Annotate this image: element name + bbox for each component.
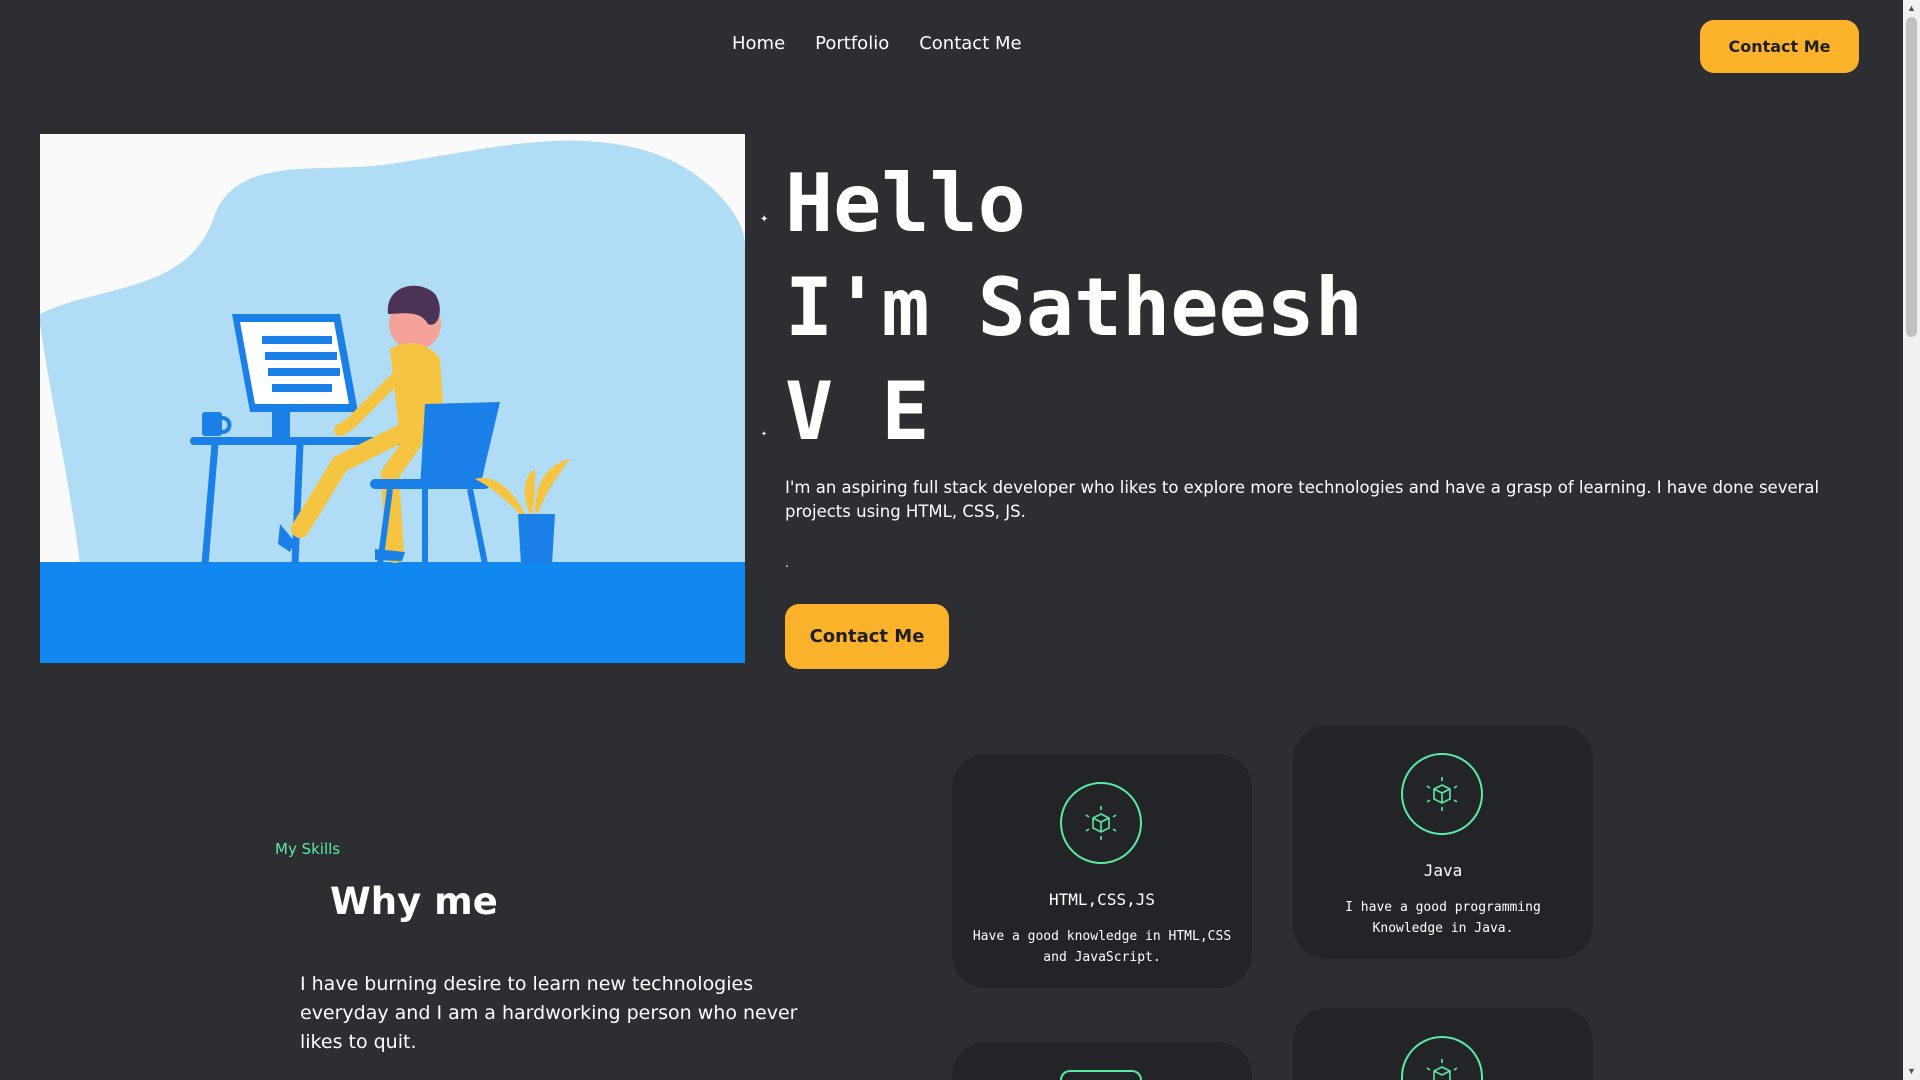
skill-card-4 — [1293, 1008, 1593, 1080]
sparkle-icon: ✦ — [760, 214, 769, 225]
cube-icon — [1060, 1070, 1142, 1080]
skill-card-java: Java I have a good programming Knowledge… — [1293, 725, 1593, 959]
hero-illustration — [40, 134, 745, 663]
skill-card-text: Have a good knowledge in HTML,CSS and Ja… — [972, 929, 1232, 965]
skill-card-3 — [952, 1042, 1252, 1080]
nav-links: Home Portfolio Contact Me — [732, 33, 1022, 54]
skill-card-text: I have a good programming Knowledge in J… — [1345, 900, 1541, 936]
skills-description: I have burning desire to learn new techn… — [300, 973, 798, 1053]
hero-title-line-1: Hello — [785, 157, 1026, 250]
cube-icon — [1060, 782, 1142, 864]
hero-title-line-2: I'm Satheesh — [785, 261, 1363, 354]
nav-link-contact[interactable]: Contact Me — [919, 33, 1021, 54]
hero-title: Hello I'm Satheesh V E — [785, 152, 1363, 464]
top-navbar: Home Portfolio Contact Me Contact Me — [0, 0, 1903, 92]
scroll-up-arrow-icon[interactable]: ▲ — [1903, 0, 1920, 17]
developer-illustration — [40, 134, 745, 663]
hero-contact-button[interactable]: Contact Me — [785, 604, 949, 669]
page-scrollbar[interactable]: ▲ ▼ — [1903, 0, 1920, 1080]
skill-card-title: HTML,CSS,JS — [1049, 890, 1155, 909]
scroll-down-arrow-icon[interactable]: ▼ — [1903, 1063, 1920, 1080]
cube-icon — [1401, 1036, 1483, 1080]
skills-label: My Skills — [275, 840, 341, 858]
skill-card-title: Java — [1423, 861, 1463, 880]
nav-link-home[interactable]: Home — [732, 33, 785, 54]
sparkle-icon: ✦ — [761, 431, 767, 438]
hero-title-line-3: V E — [785, 365, 930, 458]
portfolio-page: Home Portfolio Contact Me Contact Me ✦ ✦… — [0, 0, 1920, 1080]
nav-link-portfolio[interactable]: Portfolio — [815, 33, 889, 54]
nav-contact-button[interactable]: Contact Me — [1700, 20, 1859, 73]
scrollbar-thumb[interactable] — [1906, 17, 1917, 337]
cube-icon — [1401, 753, 1483, 835]
hero-dot: . — [785, 554, 789, 570]
skills-heading: Why me — [330, 880, 498, 923]
hero-description: I'm an aspiring full stack developer who… — [785, 478, 1820, 521]
skill-card-html: HTML,CSS,JS Have a good knowledge in HTM… — [952, 754, 1252, 988]
